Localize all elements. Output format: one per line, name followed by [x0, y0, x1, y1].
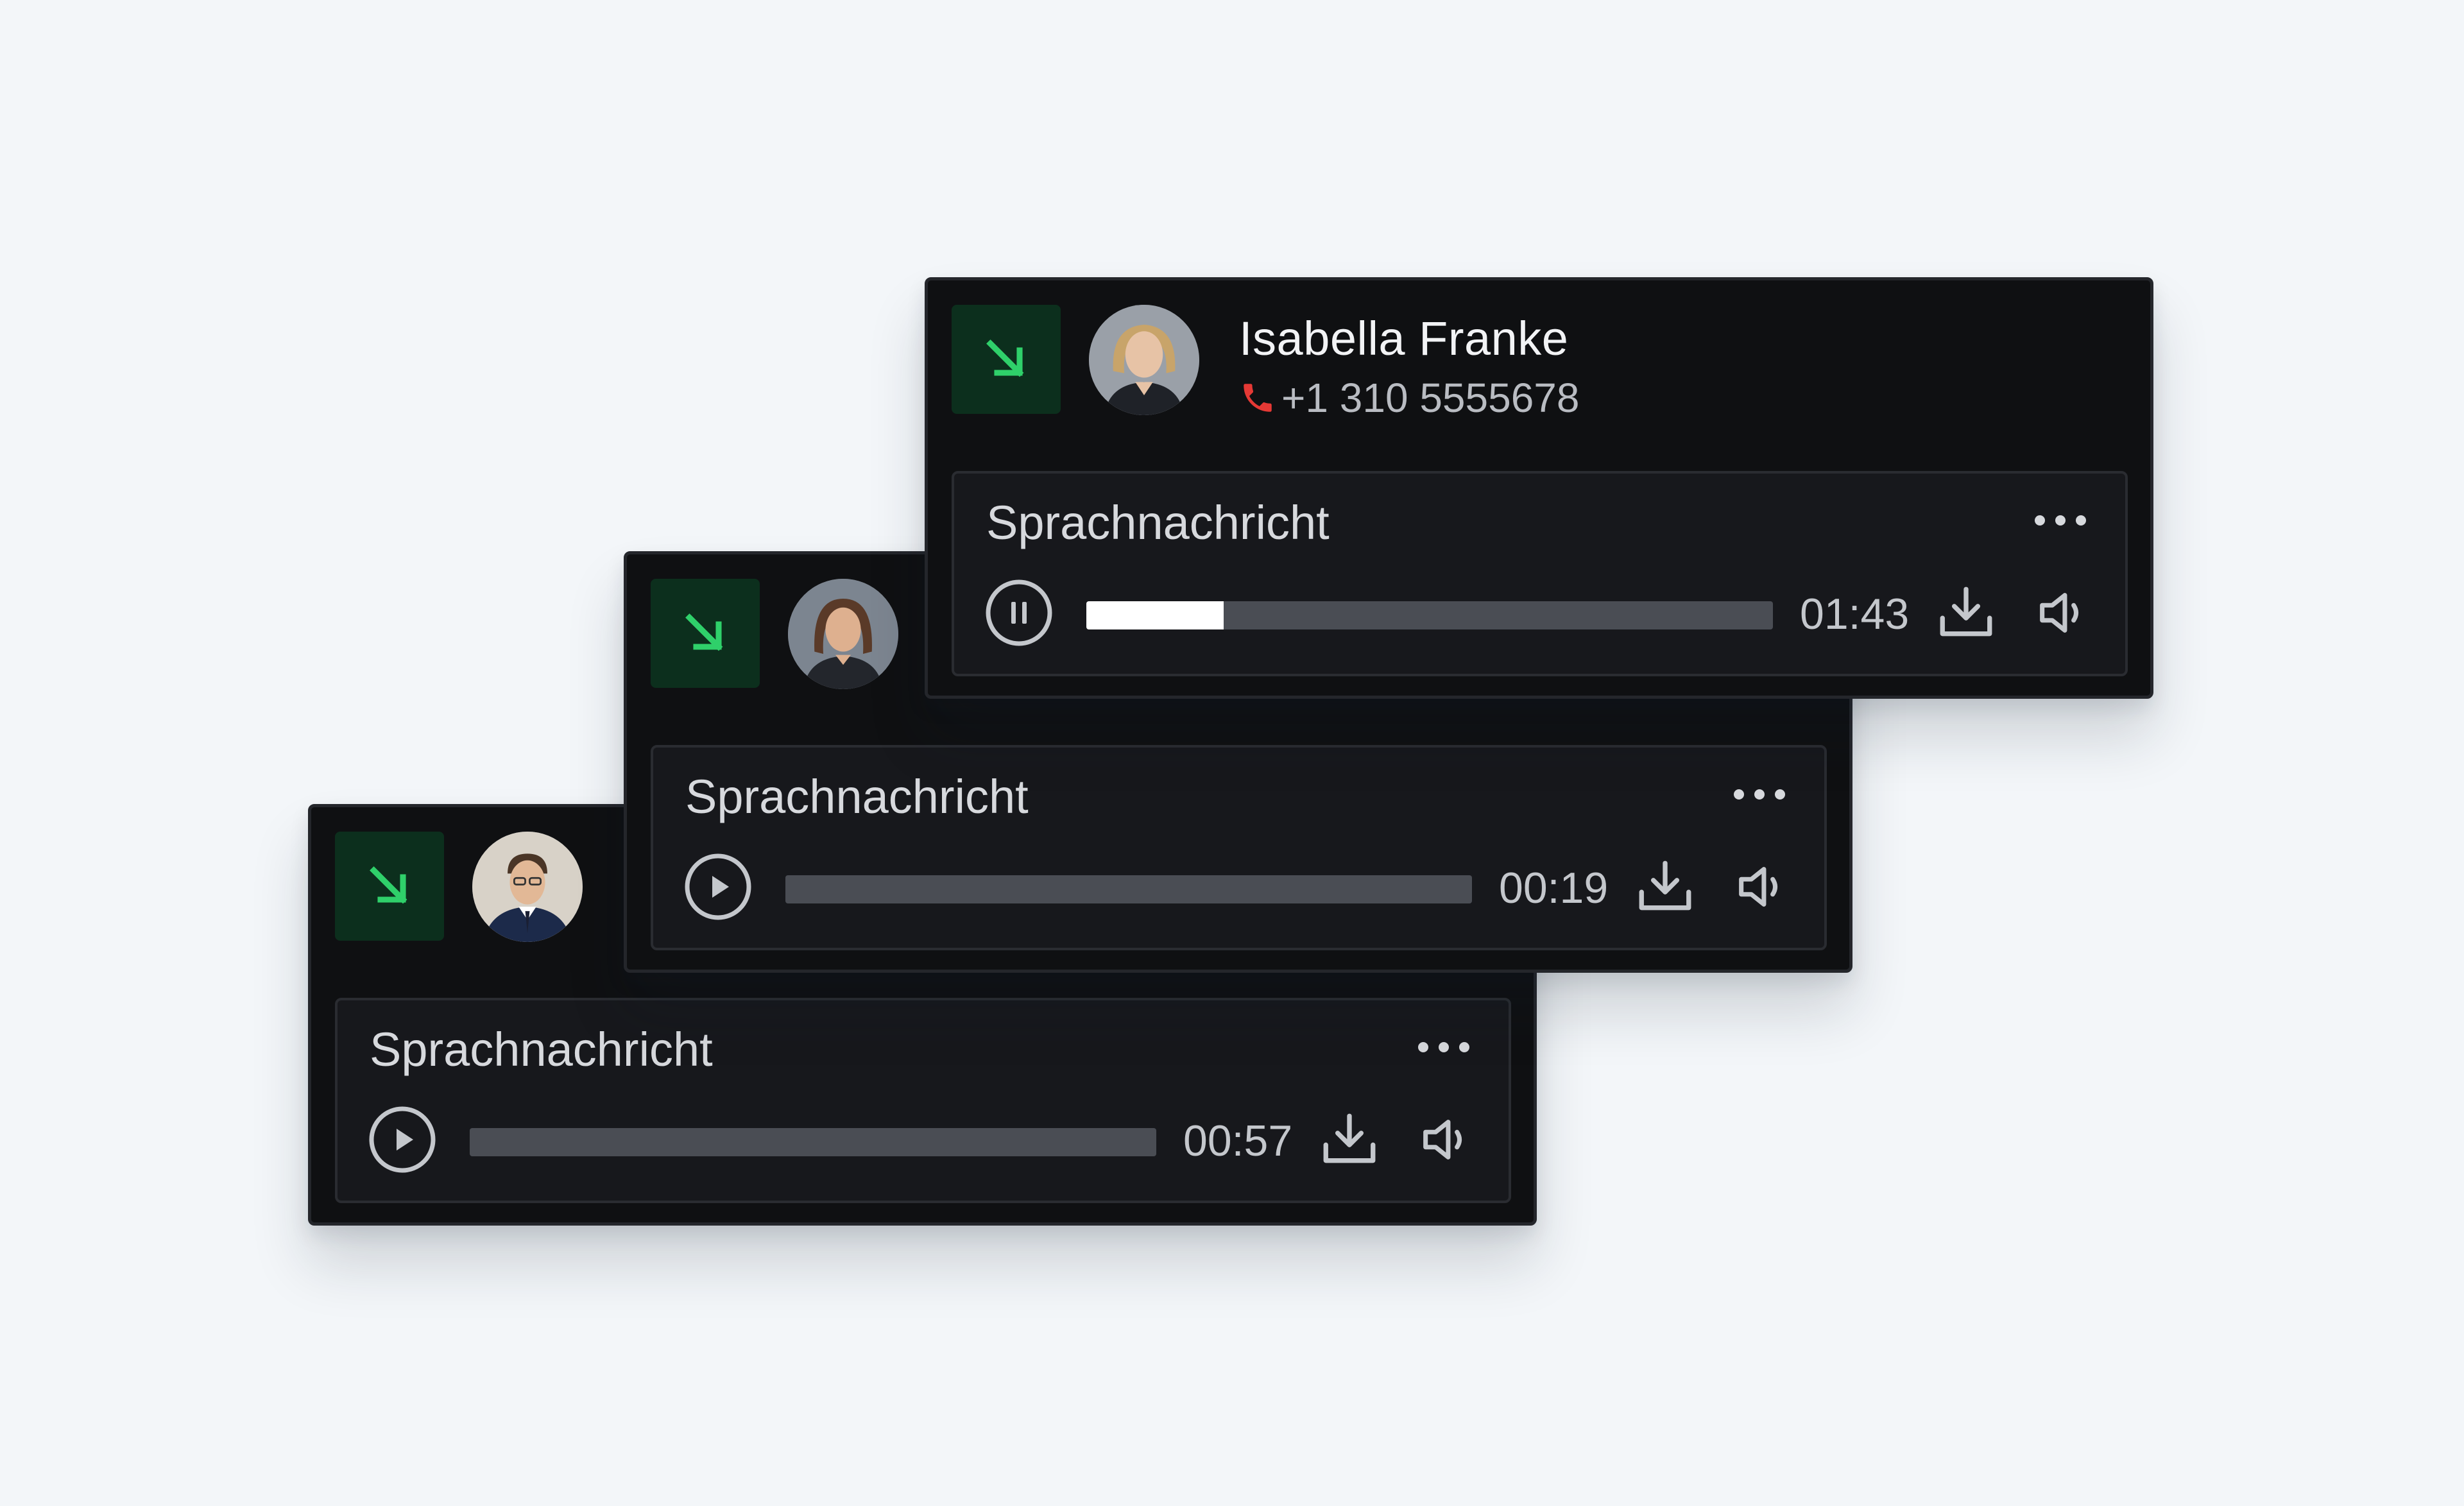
phone-icon	[1244, 384, 1272, 412]
voicemail-card-1: Isabella Franke +1 310 5555678 Sprachnac…	[925, 277, 2153, 699]
incoming-call-badge	[952, 305, 1061, 414]
avatar[interactable]	[1089, 305, 1199, 415]
duration-label: 00:19	[1499, 864, 1609, 912]
message-title: Sprachnachricht	[685, 770, 1029, 823]
incoming-call-arrow-icon	[986, 339, 1024, 377]
avatar-image	[1089, 305, 1199, 415]
progress-bar[interactable]	[1086, 601, 1773, 629]
play-button[interactable]	[368, 1106, 436, 1174]
pause-button[interactable]	[985, 579, 1053, 647]
contact-phone: +1 310 5555678	[1239, 374, 1579, 422]
volume-icon[interactable]	[2032, 583, 2092, 643]
progress-fill	[1086, 601, 1224, 629]
incoming-call-arrow-icon	[685, 613, 723, 651]
more-options-icon[interactable]	[1416, 1040, 1471, 1054]
download-icon[interactable]	[1318, 1108, 1381, 1171]
message-title: Sprachnachricht	[986, 496, 1330, 549]
incoming-call-badge	[335, 832, 444, 941]
download-icon[interactable]	[1935, 581, 1998, 644]
voicemail-player: Sprachnachricht 01:43	[952, 471, 2128, 676]
voicemail-player: Sprachnachricht 00:57	[335, 998, 1511, 1203]
avatar-image	[788, 579, 898, 689]
incoming-call-badge	[651, 579, 760, 688]
duration-label: 00:57	[1183, 1117, 1293, 1165]
voicemail-player: Sprachnachricht 00:19	[651, 745, 1827, 950]
contact-name: Isabella Franke	[1239, 312, 1569, 365]
download-icon[interactable]	[1634, 855, 1697, 918]
phone-number: +1 310 5555678	[1281, 375, 1580, 421]
avatar-image	[472, 832, 583, 942]
more-options-icon[interactable]	[1732, 787, 1787, 801]
volume-icon[interactable]	[1731, 857, 1792, 917]
incoming-call-arrow-icon	[370, 866, 407, 904]
message-title: Sprachnachricht	[370, 1023, 713, 1076]
progress-bar[interactable]	[785, 875, 1472, 903]
progress-bar[interactable]	[470, 1128, 1156, 1156]
volume-icon[interactable]	[1416, 1109, 1476, 1170]
avatar[interactable]	[788, 579, 898, 689]
avatar[interactable]	[472, 832, 583, 942]
stage: Isabella Franke +1 310 5555678 Sprachnac…	[0, 0, 2464, 1506]
duration-label: 01:43	[1800, 590, 1910, 638]
more-options-icon[interactable]	[2033, 513, 2088, 527]
play-button[interactable]	[684, 853, 752, 921]
